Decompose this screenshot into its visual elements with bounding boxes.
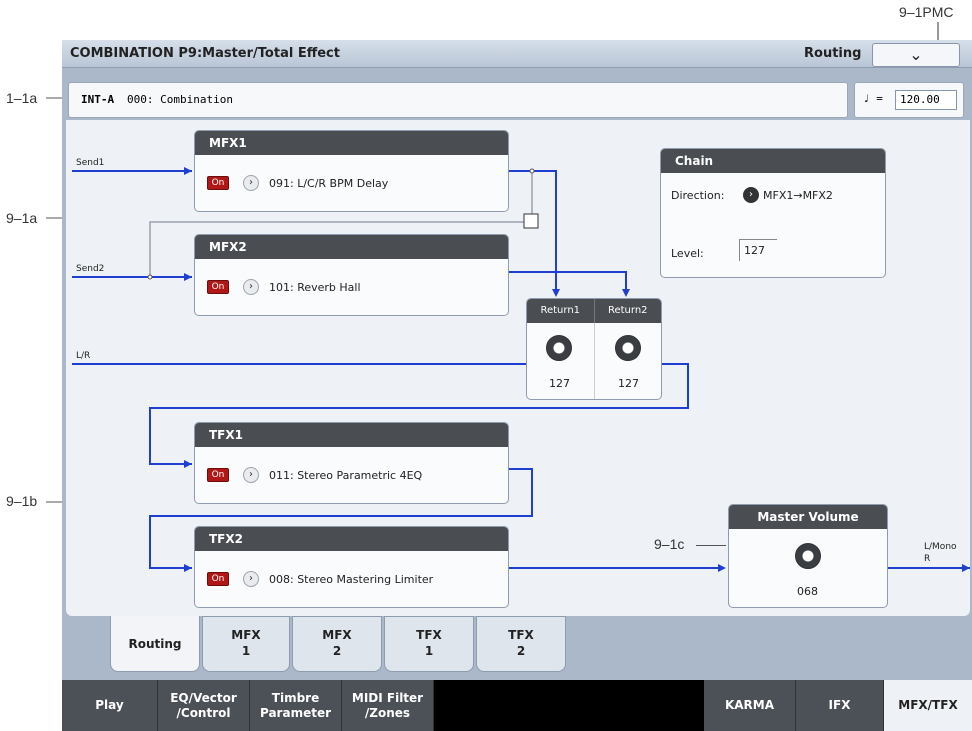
mfx2-on-button[interactable]: On bbox=[207, 280, 229, 294]
return1-label: Return1 bbox=[527, 299, 595, 323]
tab-tfx2-line1: TFX bbox=[508, 628, 534, 642]
send1-label: Send1 bbox=[76, 158, 105, 168]
mode-tab-ifx-label: IFX bbox=[828, 698, 851, 712]
tab-mfx1-line1: MFX bbox=[231, 628, 261, 642]
chain-direction-label: Direction: bbox=[671, 189, 725, 202]
mfx1-select-icon[interactable]: › bbox=[243, 175, 259, 191]
page-menu-button[interactable]: ⌄ bbox=[872, 43, 960, 67]
mode-tab-eq-vector[interactable]: EQ/Vector/Control bbox=[158, 680, 250, 731]
tfx1-on-button[interactable]: On bbox=[207, 468, 229, 482]
chevron-down-icon: ⌄ bbox=[909, 45, 923, 64]
chain-title: Chain bbox=[661, 149, 885, 173]
tab-mfx2[interactable]: MFX 2 bbox=[292, 616, 382, 672]
tab-mfx1[interactable]: MFX 1 bbox=[202, 616, 290, 672]
title-bar: COMBINATION P9:Master/Total Effect Routi… bbox=[62, 40, 972, 68]
return2-value: 127 bbox=[618, 377, 639, 390]
tab-tfx2-line2: 2 bbox=[516, 644, 526, 658]
mode-tab-timbre-parameter[interactable]: Timbre Parameter bbox=[250, 680, 342, 731]
tab-mfx2-line2: 2 bbox=[332, 644, 342, 658]
mode-tab-mfx-tfx-label: MFX/TFX bbox=[898, 698, 958, 712]
mode-tab-ifx[interactable]: IFX bbox=[796, 680, 884, 731]
mode-tab-timbre-line1: Timbre bbox=[271, 690, 320, 705]
mode-tab-play-label: Play bbox=[95, 698, 124, 712]
page-title: COMBINATION P9:Master/Total Effect bbox=[70, 46, 340, 61]
mode-tab-timbre-line2: Parameter bbox=[259, 705, 332, 720]
tempo-box: ♩ = 120.00 bbox=[854, 82, 964, 118]
return2-knob-icon[interactable] bbox=[615, 335, 641, 361]
routing-panel: Send1 Send2 L/R L/Mono R 9–1c MFX1 On › … bbox=[66, 120, 970, 616]
tfx2-effect-name: 008: Stereo Mastering Limiter bbox=[269, 573, 434, 586]
output-r-label: R bbox=[924, 554, 931, 564]
tfx1-title: TFX1 bbox=[195, 423, 508, 447]
tfx1-select-icon[interactable]: › bbox=[243, 467, 259, 483]
combination-name: 000: Combination bbox=[127, 93, 233, 106]
page-label: Routing bbox=[804, 46, 862, 61]
mfx2-title: MFX2 bbox=[195, 235, 508, 259]
tab-mfx1-line2: 1 bbox=[241, 644, 251, 658]
chain-block: Chain Direction: › MFX1→MFX2 Level: 127 bbox=[660, 148, 886, 278]
output-lmono-label: L/Mono bbox=[924, 542, 957, 552]
mode-tab-eq-line1: EQ/Vector bbox=[170, 690, 237, 705]
mode-tab-karma-label: KARMA bbox=[724, 698, 775, 712]
lr-label: L/R bbox=[76, 351, 91, 361]
chain-direction-value[interactable]: MFX1→MFX2 bbox=[763, 189, 833, 202]
mode-tab-midi-filter[interactable]: MIDI Filter/Zones bbox=[342, 680, 434, 731]
mode-tab-midi-line1: MIDI Filter bbox=[351, 690, 424, 705]
tab-tfx1-line1: TFX bbox=[416, 628, 442, 642]
tab-tfx1[interactable]: TFX 1 bbox=[384, 616, 474, 672]
bank-label: INT-A bbox=[81, 93, 115, 106]
tfx2-block[interactable]: TFX2 On › 008: Stereo Mastering Limiter bbox=[194, 526, 509, 608]
return2-label: Return2 bbox=[607, 305, 648, 316]
mode-tab-eq-line2: /Control bbox=[176, 705, 231, 720]
mfx1-block[interactable]: MFX1 On › 091: L/C/R BPM Delay bbox=[194, 130, 509, 212]
combination-select-bar[interactable]: INT-A 000: Combination bbox=[68, 82, 848, 118]
callout-9-1c: 9–1c bbox=[654, 536, 685, 552]
callout-9-1c-line bbox=[696, 545, 726, 546]
master-volume-title: Master Volume bbox=[729, 505, 887, 529]
return-block: Return1 Return2 127 127 bbox=[526, 298, 662, 400]
chain-level-field[interactable]: 127 bbox=[739, 239, 777, 261]
mode-tab-mfx-tfx[interactable]: MFX/TFX bbox=[884, 680, 972, 731]
tab-tfx1-line2: 1 bbox=[424, 644, 434, 658]
tab-routing[interactable]: Routing bbox=[110, 616, 200, 672]
chain-level-label: Level: bbox=[671, 247, 704, 260]
return1-knob-icon[interactable] bbox=[546, 335, 572, 361]
note-icon: ♩ = bbox=[863, 92, 883, 105]
mfx2-block[interactable]: MFX2 On › 101: Reverb Hall bbox=[194, 234, 509, 316]
master-volume-block: Master Volume 068 bbox=[728, 504, 888, 608]
tempo-field[interactable]: 120.00 bbox=[895, 90, 957, 110]
mfx2-select-icon[interactable]: › bbox=[243, 279, 259, 295]
tfx1-effect-name: 011: Stereo Parametric 4EQ bbox=[269, 469, 423, 482]
chain-direction-icon[interactable]: › bbox=[743, 187, 759, 203]
mode-tab-play[interactable]: Play bbox=[62, 680, 158, 731]
mfx1-effect-name: 091: L/C/R BPM Delay bbox=[269, 177, 389, 190]
tfx1-block[interactable]: TFX1 On › 011: Stereo Parametric 4EQ bbox=[194, 422, 509, 504]
mode-tab-midi-line2: /Zones bbox=[364, 705, 411, 720]
send2-label: Send2 bbox=[76, 264, 105, 274]
tfx2-select-icon[interactable]: › bbox=[243, 571, 259, 587]
tab-mfx2-line1: MFX bbox=[322, 628, 352, 642]
return-divider bbox=[594, 323, 595, 399]
mode-tab-karma[interactable]: KARMA bbox=[704, 680, 796, 731]
return-header: Return1 Return2 bbox=[527, 299, 661, 323]
master-volume-knob-icon[interactable] bbox=[795, 543, 821, 569]
tab-tfx2[interactable]: TFX 2 bbox=[476, 616, 566, 672]
combination-screen: COMBINATION P9:Master/Total Effect Routi… bbox=[62, 40, 972, 731]
master-volume-value: 068 bbox=[797, 585, 818, 598]
tfx2-on-button[interactable]: On bbox=[207, 572, 229, 586]
mfx2-effect-name: 101: Reverb Hall bbox=[269, 281, 361, 294]
return1-value: 127 bbox=[549, 377, 570, 390]
mfx1-title: MFX1 bbox=[195, 131, 508, 155]
mode-tab-empty bbox=[434, 680, 704, 731]
tab-routing-label: Routing bbox=[128, 637, 182, 651]
mfx1-on-button[interactable]: On bbox=[207, 176, 229, 190]
tfx2-title: TFX2 bbox=[195, 527, 508, 551]
